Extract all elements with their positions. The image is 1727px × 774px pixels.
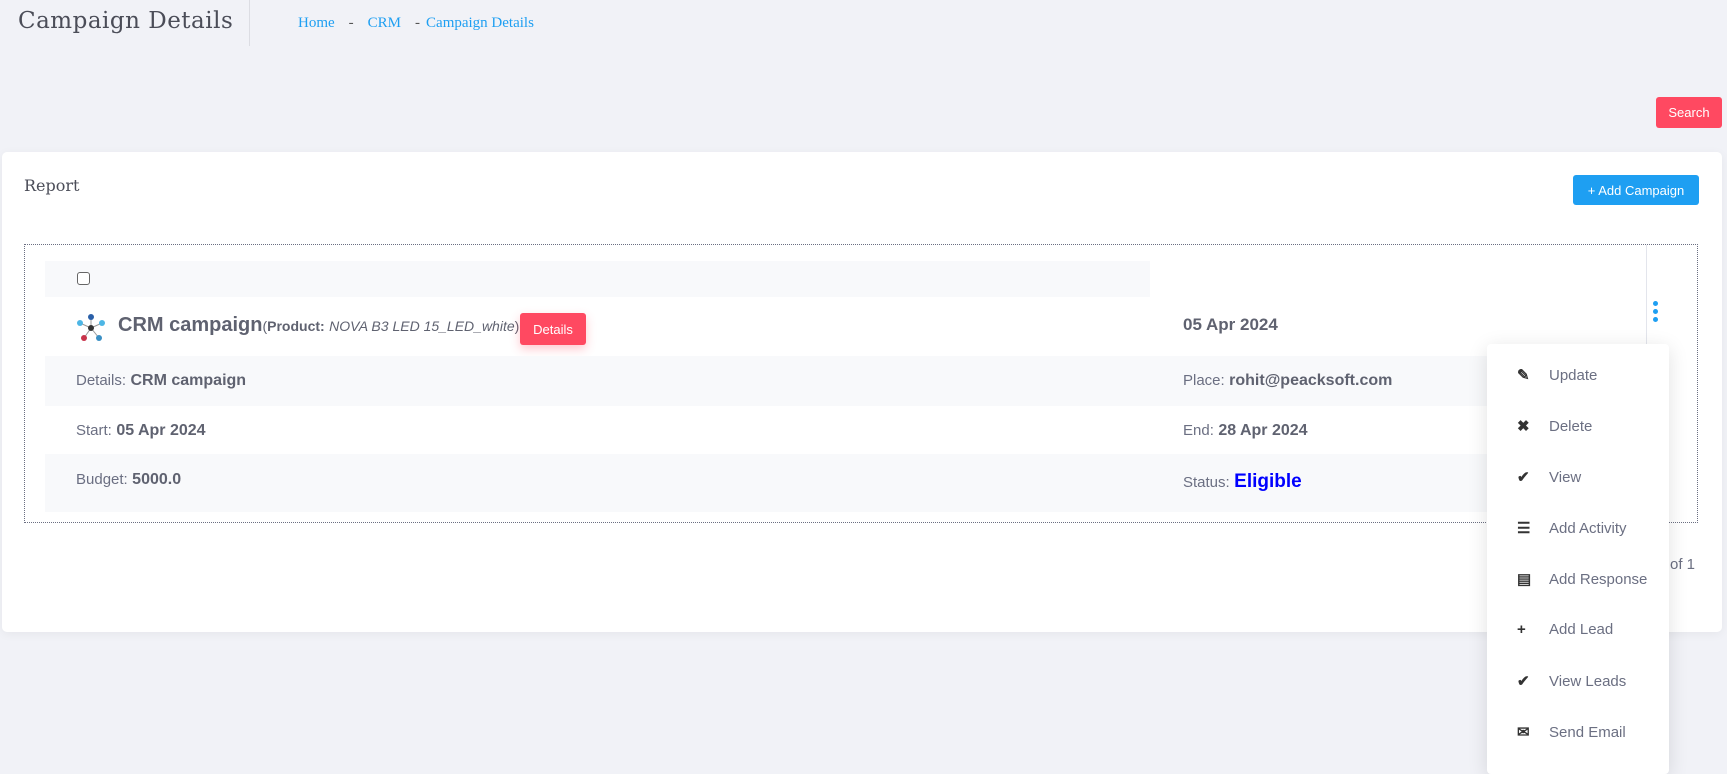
budget-field: Budget: 5000.0 xyxy=(76,471,181,489)
label: Budget: xyxy=(76,471,128,488)
place-field: Place: rohit@peacksoft.com xyxy=(1183,372,1392,390)
menu-item-add-activity[interactable]: ☰ Add Activity xyxy=(1517,519,1627,538)
label: Status: xyxy=(1183,474,1230,491)
menu-item-label: Add Response xyxy=(1549,570,1648,588)
campaign-network-icon xyxy=(77,314,105,341)
pencil-icon: ✎ xyxy=(1517,367,1530,384)
product-name: NOVA B3 LED 15_LED_white xyxy=(329,318,515,334)
campaign-name: CRM campaign xyxy=(118,314,263,336)
pagination-total: of 1 xyxy=(1670,556,1696,573)
menu-item-view[interactable]: ✔ View xyxy=(1517,468,1582,487)
label: Place: xyxy=(1183,372,1225,389)
status-value: Eligible xyxy=(1234,471,1302,492)
menu-item-delete[interactable]: ✖ Delete xyxy=(1517,417,1593,436)
breadcrumb-crm[interactable]: CRM xyxy=(368,15,401,31)
menu-item-view-leads[interactable]: ✔ View Leads xyxy=(1517,672,1627,691)
add-campaign-button[interactable]: + Add Campaign xyxy=(1573,175,1699,205)
status-field: Status: Eligible xyxy=(1183,471,1302,493)
menu-item-label: Add Lead xyxy=(1549,621,1614,638)
start-value: 05 Apr 2024 xyxy=(116,422,206,439)
menu-item-label: View xyxy=(1549,468,1582,486)
dates-row xyxy=(45,406,1625,454)
label: Details: xyxy=(76,372,127,389)
envelope-icon: ✉ xyxy=(1517,724,1530,741)
campaign-heading: CRM campaign ( Product: NOVA B3 LED 15_L… xyxy=(118,314,519,337)
page-title: Campaign Details xyxy=(18,8,234,34)
end-field: End: 28 Apr 2024 xyxy=(1183,422,1308,440)
breadcrumb-separator: - xyxy=(415,15,421,31)
divider xyxy=(249,0,250,46)
menu-item-label: Delete xyxy=(1549,417,1593,435)
breadcrumb-separator: - xyxy=(348,15,354,31)
budget-value: 5000.0 xyxy=(132,471,182,488)
menu-item-update[interactable]: ✎ Update xyxy=(1517,366,1598,385)
menu-item-label: View Leads xyxy=(1549,672,1627,690)
place-value: rohit@peacksoft.com xyxy=(1229,372,1393,389)
breadcrumb: Home - CRM - Campaign Details xyxy=(298,15,534,32)
menu-item-label: Add Activity xyxy=(1549,519,1627,537)
actions-menu: ✎ Update ✖ Delete ✔ View ☰ Add Activity ▤ Add Res… xyxy=(1487,344,1669,774)
checkbox-row xyxy=(45,261,1150,297)
close-icon: ✖ xyxy=(1517,418,1530,435)
campaign-date: 05 Apr 2024 xyxy=(1183,315,1278,334)
card-title: Report xyxy=(24,176,80,195)
menu-item-send-email[interactable]: ✉ Send Email xyxy=(1517,723,1626,742)
check-icon: ✔ xyxy=(1517,673,1530,690)
menu-item-add-lead[interactable]: + Add Lead xyxy=(1517,621,1613,638)
check-icon: ✔ xyxy=(1517,469,1530,486)
details-value: CRM campaign xyxy=(130,372,247,389)
menu-item-add-response[interactable]: ▤ Add Response xyxy=(1517,570,1648,589)
menu-item-label: Update xyxy=(1549,366,1598,384)
breadcrumb-home[interactable]: Home xyxy=(298,15,335,31)
label: End: xyxy=(1183,422,1214,439)
end-value: 28 Apr 2024 xyxy=(1218,422,1308,439)
header-cell xyxy=(1151,261,1625,297)
label: Start: xyxy=(76,422,112,439)
menu-item-label: Send Email xyxy=(1549,723,1626,741)
product-label: Product: xyxy=(267,318,325,334)
start-field: Start: 05 Apr 2024 xyxy=(76,422,206,440)
list-alt-icon: ▤ xyxy=(1517,571,1532,588)
plus-icon: + xyxy=(1517,621,1526,638)
divider xyxy=(1646,245,1647,345)
details-button[interactable]: Details xyxy=(520,313,586,345)
budget-row xyxy=(45,454,1625,512)
details-field: Details: CRM campaign xyxy=(76,372,246,390)
tasks-icon: ☰ xyxy=(1517,520,1531,537)
select-checkbox[interactable] xyxy=(77,272,90,285)
paren: ) xyxy=(514,318,520,334)
search-button[interactable]: Search xyxy=(1656,97,1722,128)
more-options-icon[interactable] xyxy=(1653,301,1659,325)
breadcrumb-current[interactable]: Campaign Details xyxy=(426,15,534,31)
